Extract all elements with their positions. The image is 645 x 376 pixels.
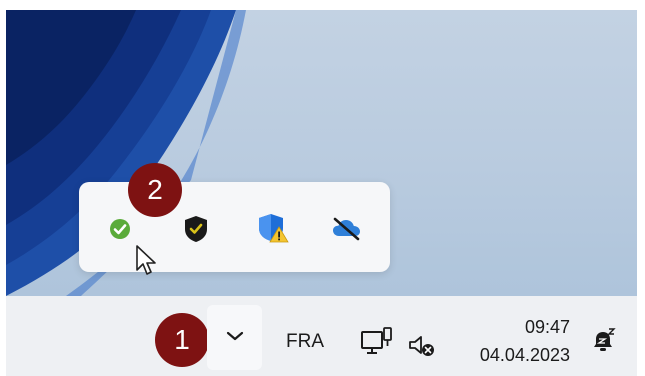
check-circle-icon[interactable] xyxy=(107,216,137,246)
shield-check-icon[interactable] xyxy=(183,214,213,244)
hidden-icons-flyout xyxy=(79,182,390,272)
clock-time[interactable]: 09:47 xyxy=(500,317,570,338)
onedrive-offline-icon[interactable] xyxy=(331,216,361,246)
security-warning-icon[interactable] xyxy=(257,212,289,243)
mouse-cursor-icon xyxy=(135,244,161,283)
callout-step-2: 2 xyxy=(128,163,182,217)
input-language-indicator[interactable]: FRA xyxy=(286,331,324,353)
clock-date[interactable]: 04.04.2023 xyxy=(460,345,570,366)
network-icon[interactable] xyxy=(360,326,394,363)
notification-bell-icon[interactable] xyxy=(590,327,618,360)
show-hidden-icons-button[interactable] xyxy=(207,305,262,370)
chevron-up-icon xyxy=(225,329,245,347)
speaker-muted-icon[interactable] xyxy=(407,333,437,364)
callout-step-1: 1 xyxy=(155,313,209,367)
